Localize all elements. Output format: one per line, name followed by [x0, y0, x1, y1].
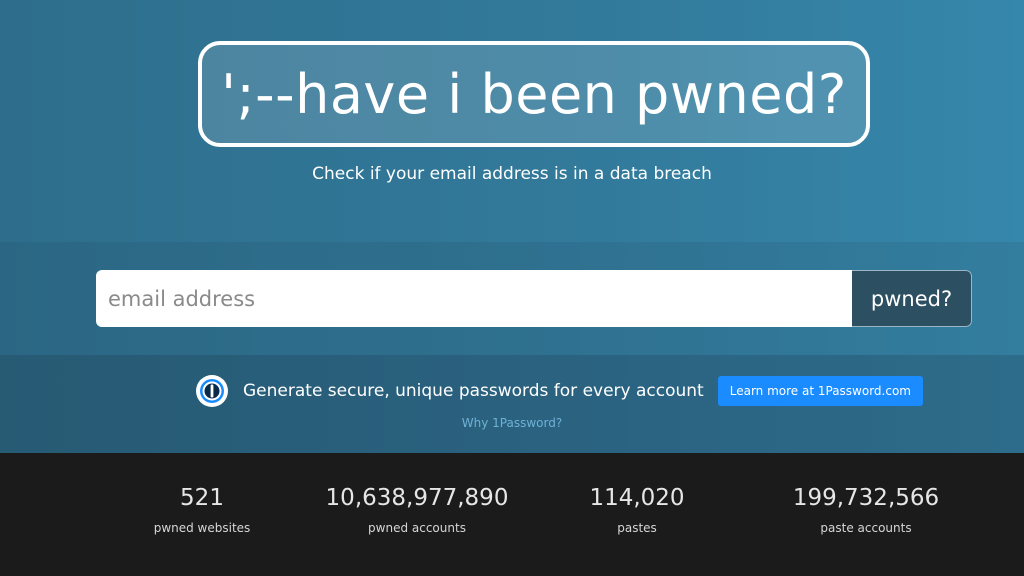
learn-more-button[interactable]: Learn more at 1Password.com: [717, 376, 923, 406]
promo-text: Generate secure, unique passwords for ev…: [243, 381, 704, 401]
stat-label: pwned accounts: [368, 521, 466, 535]
search-section: pwned?: [0, 242, 1024, 355]
stat-pastes: 114,020 pastes: [527, 485, 747, 535]
why-1password-link[interactable]: Why 1Password?: [0, 416, 1024, 430]
search-form: pwned?: [96, 270, 972, 327]
email-input[interactable]: [96, 270, 852, 327]
promo-row: Generate secure, unique passwords for ev…: [196, 375, 923, 407]
stat-label: paste accounts: [820, 521, 912, 535]
stat-value: 521: [180, 485, 224, 511]
tagline: Check if your email address is in a data…: [312, 164, 712, 184]
stat-value: 10,638,977,890: [325, 485, 509, 511]
stat-value: 199,732,566: [792, 485, 940, 511]
1password-icon: [196, 375, 228, 407]
stat-pwned-accounts: 10,638,977,890 pwned accounts: [307, 485, 527, 535]
site-logo[interactable]: ';--have i been pwned?: [198, 41, 870, 147]
pwned-search-button[interactable]: pwned?: [852, 270, 972, 327]
logo-text: ';--have i been pwned?: [221, 62, 847, 126]
stat-label: pwned websites: [153, 521, 251, 535]
stat-label: pastes: [617, 521, 657, 535]
hero-section: ';--have i been pwned? Check if your ema…: [0, 0, 1024, 242]
stats-section: 521 pwned websites 10,638,977,890 pwned …: [0, 453, 1024, 576]
stat-paste-accounts: 199,732,566 paste accounts: [756, 485, 976, 535]
stat-pwned-websites: 521 pwned websites: [92, 485, 312, 535]
promo-section: Generate secure, unique passwords for ev…: [0, 355, 1024, 453]
stat-value: 114,020: [589, 485, 685, 511]
